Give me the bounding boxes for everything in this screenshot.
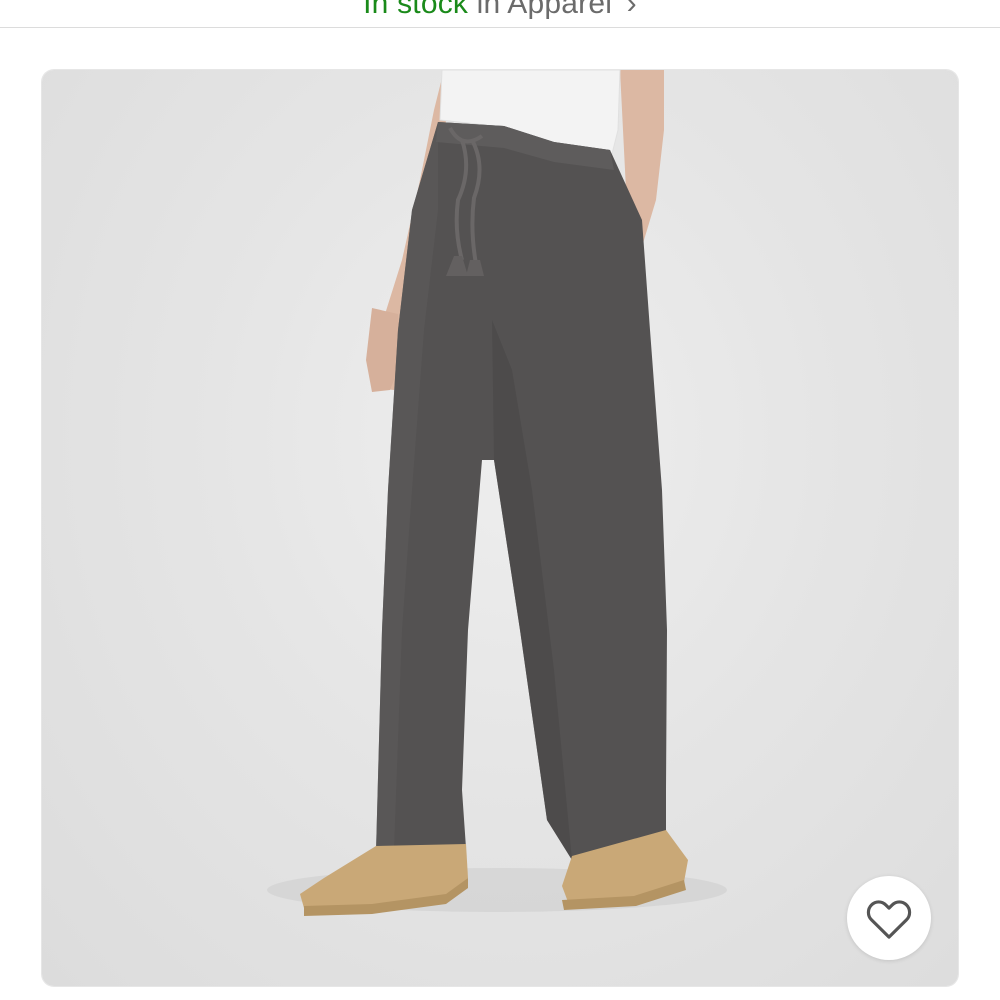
product-image-card[interactable] bbox=[42, 70, 958, 986]
heart-outline-icon bbox=[866, 900, 912, 939]
product-photo bbox=[267, 70, 727, 916]
stock-status: In stock bbox=[363, 0, 469, 20]
availability-link[interactable]: In stock in Apparel › bbox=[0, 0, 1000, 22]
stock-category: in Apparel bbox=[476, 0, 613, 20]
favorite-button[interactable] bbox=[847, 876, 931, 960]
chevron-right-icon: › bbox=[626, 0, 637, 20]
availability-header: In stock in Apparel › bbox=[0, 0, 1000, 28]
